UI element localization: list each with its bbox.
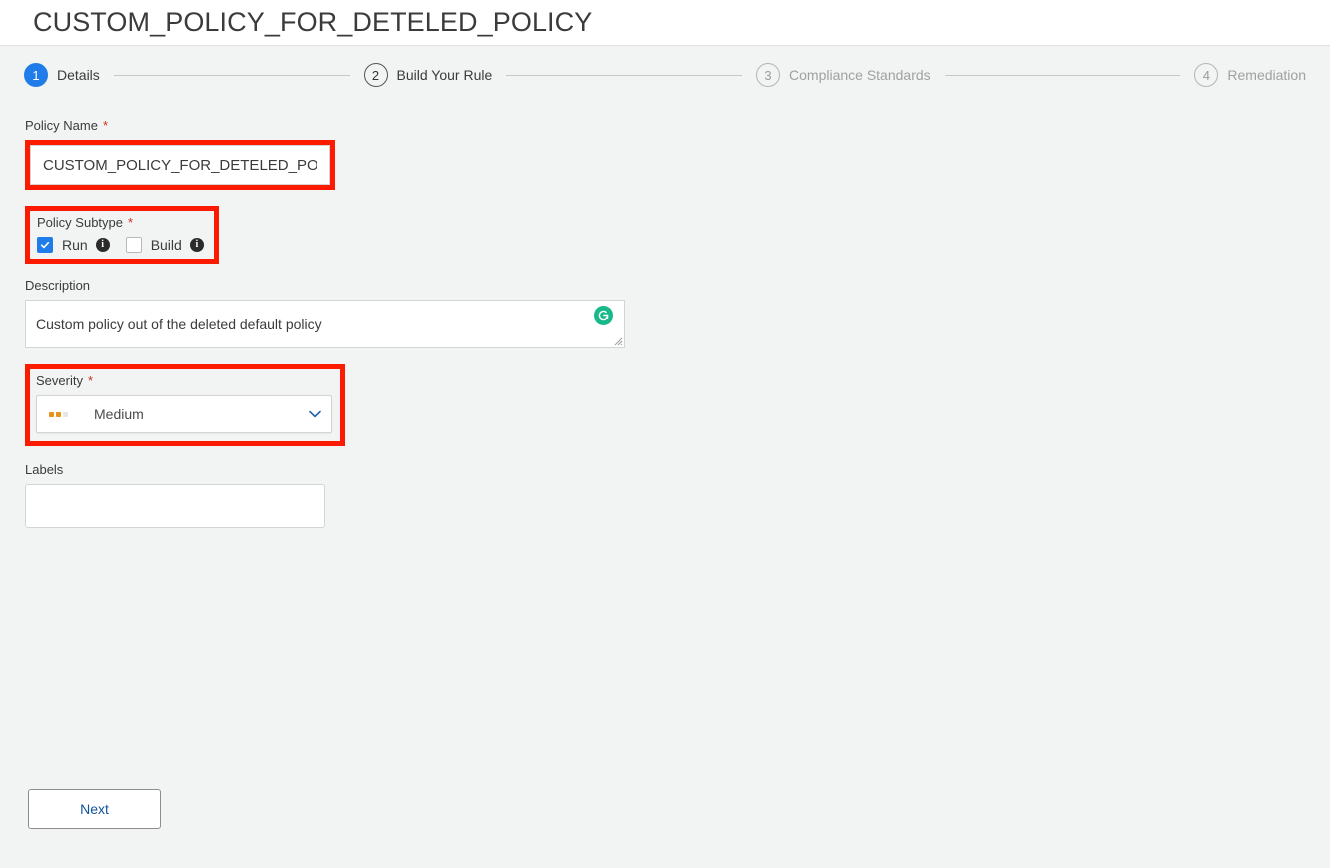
step-number-4: 4: [1194, 63, 1219, 87]
chevron-down-icon[interactable]: [309, 410, 321, 418]
severity-label: Severity *: [36, 373, 332, 388]
description-label-text: Description: [25, 278, 91, 293]
info-icon-run[interactable]: i: [95, 238, 110, 252]
severity-group: Severity * Medium: [25, 364, 1330, 446]
description-group: Description: [25, 278, 1330, 348]
policy-name-group: Policy Name *: [25, 118, 1330, 190]
step-number-2: 2: [363, 63, 388, 87]
check-icon: [40, 241, 50, 249]
step-details[interactable]: 1 Details: [24, 63, 100, 87]
severity-level-icon: [49, 411, 68, 417]
checkbox-run-label: Run: [62, 237, 88, 253]
policy-name-label-text: Policy Name: [25, 118, 98, 133]
severity-label-text: Severity: [36, 373, 83, 388]
labels-label-text: Labels: [25, 462, 64, 477]
step-label-build-your-rule: Build Your Rule: [396, 67, 493, 83]
policy-subtype-label: Policy Subtype *: [37, 215, 204, 230]
labels-label: Labels: [25, 462, 1330, 477]
policy-subtype-label-text: Policy Subtype: [37, 215, 123, 230]
policy-subtype-required-marker: *: [128, 215, 134, 230]
next-button[interactable]: Next: [28, 789, 161, 829]
policy-name-input[interactable]: [30, 145, 330, 185]
info-icon-build[interactable]: i: [189, 238, 204, 252]
description-field-wrap: [25, 300, 625, 348]
severity-dot-1: [49, 411, 54, 417]
description-textarea[interactable]: [25, 300, 625, 348]
step-build-your-rule[interactable]: 2 Build Your Rule: [363, 63, 493, 87]
policy-name-highlight: [25, 140, 335, 190]
checkbox-run[interactable]: [37, 237, 53, 253]
page-header: CUSTOM_POLICY_FOR_DETELED_POLICY: [0, 0, 1330, 46]
form-footer: Next: [28, 789, 161, 829]
labels-group: Labels: [25, 462, 1330, 528]
page-title: CUSTOM_POLICY_FOR_DETELED_POLICY: [33, 7, 593, 37]
severity-highlight: Severity * Medium: [25, 364, 345, 446]
step-label-remediation: Remediation: [1227, 67, 1306, 83]
policy-subtype-highlight: Policy Subtype * Run i Build i: [25, 206, 219, 264]
step-number-1: 1: [24, 63, 48, 87]
step-number-3: 3: [756, 63, 781, 87]
checkbox-build-label: Build: [150, 237, 182, 253]
step-label-compliance-standards: Compliance Standards: [789, 67, 931, 83]
checkbox-build[interactable]: [125, 237, 142, 253]
labels-input[interactable]: [25, 484, 325, 528]
severity-dot-3: [63, 411, 68, 417]
grammarly-icon[interactable]: [594, 306, 613, 325]
step-connector-3: [944, 74, 1181, 76]
step-compliance-standards[interactable]: 3 Compliance Standards: [756, 63, 931, 87]
step-label-details: Details: [57, 67, 100, 83]
step-connector-1: [113, 74, 350, 76]
severity-required-marker: *: [87, 373, 94, 388]
policy-name-required-marker: *: [102, 118, 109, 133]
severity-selected-value: Medium: [94, 406, 144, 422]
severity-dot-2: [56, 411, 61, 417]
policy-subtype-options: Run i Build i: [37, 237, 204, 253]
severity-select[interactable]: Medium: [36, 395, 332, 433]
description-label: Description: [25, 278, 1330, 293]
resize-handle-icon[interactable]: [614, 337, 623, 346]
policy-details-form: Policy Name * Policy Subtype *: [0, 104, 1330, 528]
wizard-stepper: 1 Details 2 Build Your Rule 3 Compliance…: [0, 46, 1330, 104]
grammarly-glyph: [598, 310, 609, 321]
policy-name-label: Policy Name *: [25, 118, 1330, 133]
step-remediation[interactable]: 4 Remediation: [1194, 63, 1306, 87]
policy-subtype-group: Policy Subtype * Run i Build i: [25, 206, 1330, 264]
step-connector-2: [506, 74, 743, 76]
